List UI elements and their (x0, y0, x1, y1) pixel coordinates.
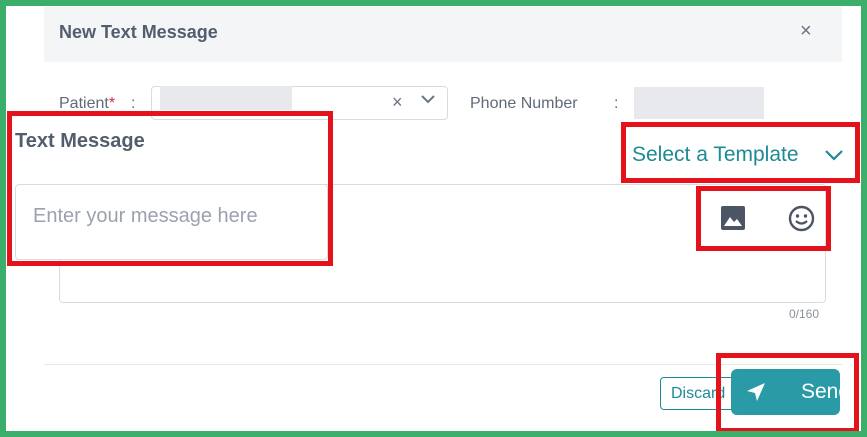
top-strip (6, 0, 861, 6)
send-label: Send (801, 380, 851, 403)
emoji-icon[interactable] (788, 205, 815, 232)
patient-label: Patient* (59, 95, 116, 112)
modal-title: New Text Message (59, 22, 218, 42)
discard-button[interactable]: Discard (660, 377, 740, 410)
chevron-down-icon[interactable] (418, 89, 438, 109)
message-placeholder: Enter your message here (33, 205, 258, 227)
phone-number-label: Phone Number (470, 95, 578, 112)
character-counter: 0/160 (789, 307, 820, 321)
image-icon[interactable] (720, 205, 746, 231)
patient-separator: : (131, 95, 136, 112)
clear-icon[interactable]: × (392, 92, 403, 113)
send-button[interactable]: Send (731, 369, 850, 415)
footer-divider (44, 364, 842, 365)
phone-separator: : (614, 95, 619, 112)
close-icon[interactable]: × (800, 20, 812, 43)
patient-value-redacted (160, 86, 292, 110)
template-chevron-icon[interactable] (823, 146, 845, 166)
section-title: Text Message (15, 130, 145, 152)
send-icon (747, 383, 765, 401)
discard-label: Discard (671, 385, 726, 402)
required-marker: * (108, 95, 116, 112)
phone-number-redacted (634, 87, 764, 119)
select-template-dropdown[interactable]: Select a Template (632, 143, 799, 167)
